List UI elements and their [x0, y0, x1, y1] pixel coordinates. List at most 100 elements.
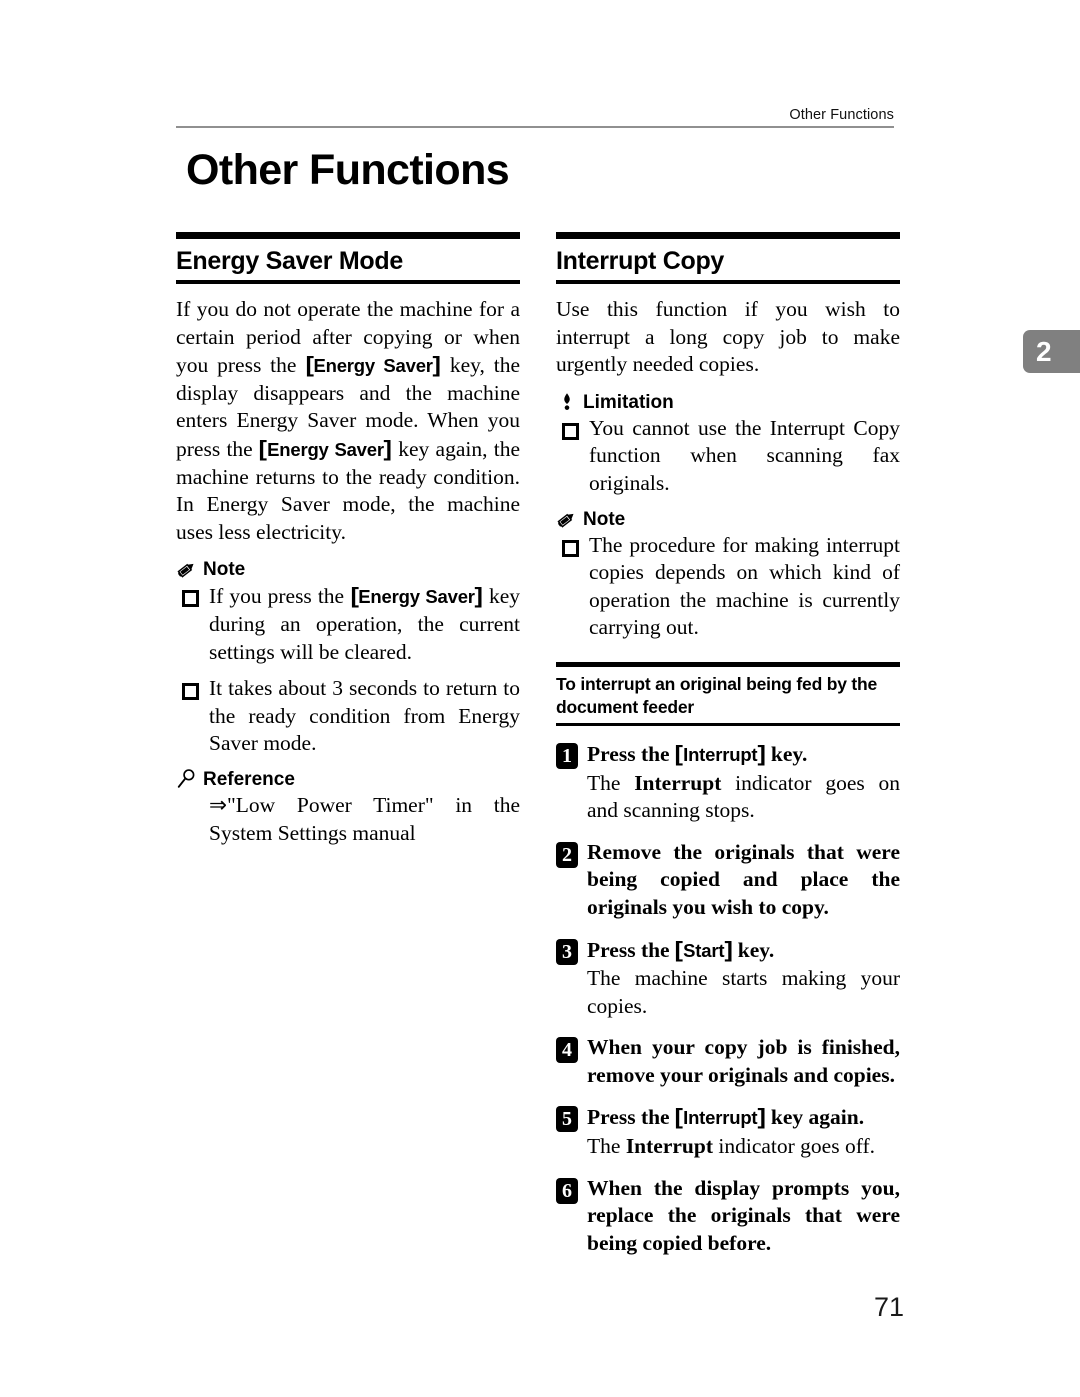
step-detail-emphasis: Interrupt [625, 1134, 713, 1159]
callout-label-note: Note [583, 508, 626, 530]
step-number-badge: 1 [556, 742, 578, 769]
step-title: When your copy job is finished, remove y… [587, 1035, 900, 1087]
limitation-list: You cannot use the Interrupt Copy functi… [556, 415, 900, 498]
bracket-open-icon: [ [674, 740, 684, 766]
key-label-energy-saver-1: [Energy Saver] [305, 352, 441, 377]
section-heading-energy-saver-mode: Energy Saver Mode [176, 247, 403, 275]
callout-header-limitation: Limitation [556, 389, 900, 413]
key-label-start: [Start] [675, 937, 733, 962]
subsection-rule-bottom [556, 722, 900, 726]
key-text: Energy Saver [267, 438, 384, 460]
pencil-icon [556, 508, 578, 530]
step-number-badge: 2 [556, 841, 578, 868]
bracket-open-icon: [ [305, 352, 314, 378]
key-text: Energy Saver [313, 355, 433, 377]
body-columns: Energy Saver Mode If you do not operate … [176, 232, 900, 1257]
key-text: Energy Saver [358, 586, 475, 608]
callout-header-note: Note [556, 506, 900, 530]
key-label-energy-saver-2: [Energy Saver] [259, 436, 392, 461]
square-bullet-icon [182, 683, 199, 701]
step-text-1a: Press the [587, 741, 675, 766]
list-item: It takes about 3 seconds to return to th… [176, 675, 520, 758]
callout-header-note: Note [176, 556, 520, 580]
procedure-step: 5 Press the [Interrupt] key again. The I… [556, 1103, 900, 1160]
step-title: When the display prompts you, replace th… [587, 1175, 900, 1255]
step-text-5b: key again. [765, 1105, 865, 1130]
square-bullet-icon [562, 539, 579, 557]
key-label-energy-saver-3: [Energy Saver] [350, 583, 483, 608]
bracket-open-icon: [ [674, 936, 684, 962]
list-item: You cannot use the Interrupt Copy functi… [556, 415, 900, 498]
bracket-close-icon: ] [757, 740, 766, 766]
list-item: The procedure for making interrupt copie… [556, 532, 900, 642]
bracket-close-icon: ] [383, 435, 393, 461]
step-title: Press the [Interrupt] key. [587, 740, 900, 769]
step-detail-1a: The [587, 770, 635, 795]
step-title: Press the [Start] key. [587, 936, 900, 965]
step-text-1b: key. [765, 741, 808, 766]
pencil-icon [176, 558, 198, 580]
procedure-step: 2 Remove the originals that were being c… [556, 839, 900, 922]
intro-paragraph-interrupt-copy: Use this function if you wish to interru… [556, 297, 900, 377]
reference-body: ⇒"Low Power Timer" in the System Setting… [209, 792, 520, 845]
bracket-close-icon: ] [474, 583, 483, 609]
step-text-3a: Press the [587, 937, 675, 962]
callout-label-limitation: Limitation [583, 391, 674, 413]
step-number-badge: 5 [556, 1106, 578, 1133]
step-detail-5b: indicator goes off. [713, 1134, 876, 1159]
callout-label-note: Note [203, 559, 246, 581]
step-number-badge: 3 [556, 938, 578, 965]
note-list-left: If you press the [Energy Saver] key duri… [176, 582, 520, 758]
subsection-interrupt-document-feeder: To interrupt an original being fed by th… [556, 661, 900, 1258]
square-bullet-icon [182, 590, 199, 608]
procedure-step: 4 When your copy job is finished, remove… [556, 1034, 900, 1089]
bracket-open-icon: [ [350, 583, 359, 609]
chapter-tab-number: 2 [1036, 336, 1052, 367]
intro-paragraph-energy-saver: If you do not operate the machine for a … [176, 296, 520, 546]
magnifier-icon [176, 768, 198, 790]
key-text: Interrupt [683, 743, 758, 765]
note-text-2: It takes about 3 seconds to return to th… [209, 676, 520, 756]
square-bullet-icon [562, 422, 579, 440]
bracket-open-icon: [ [258, 435, 268, 461]
step-detail: The Interrupt indicator goes on and scan… [587, 770, 900, 825]
step-text-5a: Press the [587, 1105, 675, 1130]
step-number-badge: 6 [556, 1177, 578, 1204]
bracket-close-icon: ] [432, 352, 441, 378]
key-label-interrupt-1: [Interrupt] [675, 741, 766, 766]
bracket-close-icon: ] [757, 1104, 766, 1130]
page-title: Other Functions [186, 146, 510, 194]
procedure-step: 1 Press the [Interrupt] key. The Interru… [556, 740, 900, 825]
section-rule-top [176, 232, 520, 239]
step-number-badge: 4 [556, 1037, 578, 1064]
left-column: Energy Saver Mode If you do not operate … [176, 232, 520, 1257]
bracket-close-icon: ] [724, 936, 733, 962]
page-number: 71 [873, 1292, 904, 1322]
running-header: Other Functions [176, 106, 894, 128]
step-detail-emphasis: Interrupt [634, 770, 722, 795]
procedure-step: 6 When the display prompts you, replace … [556, 1175, 900, 1258]
key-label-interrupt-2: [Interrupt] [675, 1104, 766, 1129]
document-page: Other Functions 2 Other Functions Energy… [0, 0, 1080, 1397]
header-rule [176, 126, 894, 128]
step-detail: The machine starts making your copies. [587, 966, 900, 1018]
exclamation-icon [556, 391, 578, 413]
key-text: Interrupt [683, 1107, 758, 1129]
running-header-text: Other Functions [789, 107, 894, 123]
step-title: Remove the originals that were being cop… [587, 839, 900, 919]
note-text-1a: If you press the [209, 584, 351, 609]
list-item: If you press the [Energy Saver] key duri… [176, 582, 520, 666]
section-heading-interrupt-copy: Interrupt Copy [556, 247, 725, 275]
limitation-text-1: You cannot use the Interrupt Copy functi… [589, 415, 900, 495]
step-text-3b: key. [732, 937, 775, 962]
chapter-tab: 2 [1023, 330, 1080, 373]
procedure-step: 3 Press the [Start] key. The machine sta… [556, 936, 900, 1021]
note-list-right: The procedure for making interrupt copie… [556, 532, 900, 642]
subsection-heading: To interrupt an original being fed by th… [556, 673, 878, 717]
step-title: Press the [Interrupt] key again. [587, 1103, 900, 1132]
key-text: Start [683, 939, 725, 961]
callout-header-reference: Reference [176, 766, 520, 790]
step-detail: The Interrupt indicator goes off. [587, 1133, 900, 1161]
section-rule-top [556, 232, 900, 239]
bracket-open-icon: [ [674, 1104, 684, 1130]
